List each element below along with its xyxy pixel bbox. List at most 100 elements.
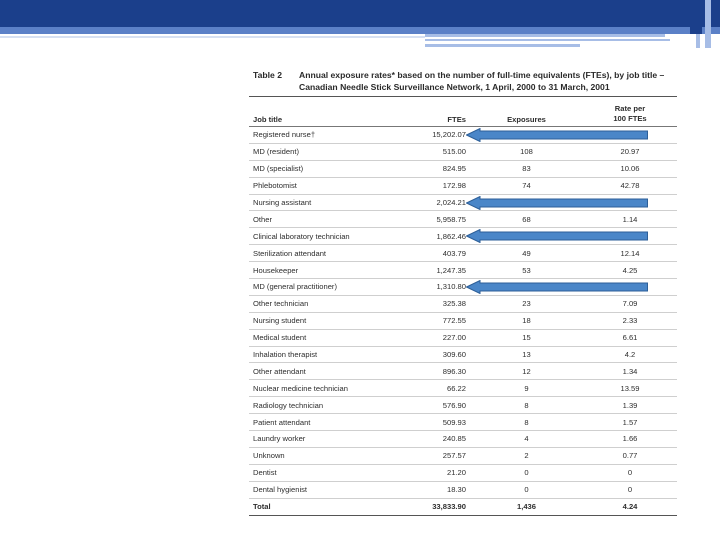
slide-header-bar <box>0 0 720 27</box>
exposures-cell: 15 <box>470 329 583 347</box>
rate-cell: 10.06 <box>583 160 677 178</box>
job-title-cell: Nursing assistant <box>249 194 407 212</box>
rate-cell: 20.97 <box>583 143 677 161</box>
exposures-cell: 68 <box>470 210 583 229</box>
arrow-shape <box>466 229 648 244</box>
table-body: Registered nurse† 15,202.07 MD (resident) 5… <box>249 126 677 499</box>
ftes-cell: 515.00 <box>407 143 470 161</box>
job-title-cell: Other technician <box>249 295 407 313</box>
table-row: Laundry worker 240.85 4 1.66 <box>249 430 677 448</box>
ftes-cell: 2,024.21 <box>407 194 470 212</box>
total-exposures: 1,436 <box>470 497 583 516</box>
job-title-cell: Medical student <box>249 329 407 347</box>
ftes-cell: 576.90 <box>407 396 470 415</box>
ftes-cell: 309.60 <box>407 346 470 364</box>
rate-cell: 42.78 <box>583 177 677 195</box>
table-row: Medical student 227.00 15 6.61 <box>249 329 677 347</box>
rate-cell: 4.25 <box>583 261 677 280</box>
header-stripe-2 <box>425 39 670 41</box>
header-stripe-3 <box>425 44 580 47</box>
rate-cell: 13.59 <box>583 379 677 398</box>
table-row: Inhalation therapist 309.60 13 4.2 <box>249 346 677 364</box>
total-rate: 4.24 <box>583 497 677 516</box>
table-row: MD (specialist) 824.95 83 10.06 <box>249 160 677 178</box>
table-number: Table 2 <box>253 70 282 80</box>
table-row: Dentist 21.20 0 0 <box>249 464 677 482</box>
exposures-cell: 13 <box>470 346 583 364</box>
exposures-cell: 23 <box>470 295 583 313</box>
left-arrow-md-general-practitioner <box>466 279 648 294</box>
rate-cell: 0 <box>583 464 677 482</box>
header-stripe-1 <box>425 34 665 37</box>
left-arrow-clinical-laboratory-technician <box>466 229 648 244</box>
ftes-cell: 509.93 <box>407 413 470 432</box>
rate-cell: 1.34 <box>583 362 677 381</box>
rate-cell: 1.39 <box>583 396 677 415</box>
rate-cell: 12.14 <box>583 244 677 263</box>
job-title-cell: Nursing student <box>249 312 407 330</box>
table-row: MD (resident) 515.00 108 20.97 <box>249 143 677 161</box>
job-title-cell: Radiology technician <box>249 396 407 415</box>
table-title: Annual exposure rates* based on the numb… <box>299 70 665 92</box>
exposures-cell: 53 <box>470 261 583 280</box>
header-stripe-left <box>0 36 425 38</box>
left-arrow-nursing-assistant <box>466 195 648 210</box>
job-title-cell: Inhalation therapist <box>249 346 407 364</box>
exposures-cell: 4 <box>470 430 583 448</box>
table-row: Nuclear medicine technician 66.22 9 13.59 <box>249 379 677 398</box>
ftes-cell: 5,958.75 <box>407 210 470 229</box>
ftes-cell: 257.57 <box>407 447 470 465</box>
table-row: Other technician 325.38 23 7.09 <box>249 295 677 313</box>
rate-cell: 2.33 <box>583 312 677 330</box>
job-title-cell: Phlebotomist <box>249 177 407 195</box>
ftes-cell: 1,247.35 <box>407 261 470 280</box>
job-title-cell: MD (specialist) <box>249 160 407 178</box>
table-row: Dental hygienist 18.30 0 0 <box>249 481 677 499</box>
ftes-cell: 15,202.07 <box>407 126 470 144</box>
exposures-cell: 83 <box>470 160 583 178</box>
header-rate-line1: Rate per <box>614 104 646 113</box>
rate-cell: 1.14 <box>583 210 677 229</box>
table-row: Patient attendant 509.93 8 1.57 <box>249 413 677 432</box>
header-stripe-right-2 <box>696 34 700 48</box>
header-block-right <box>690 0 702 34</box>
ftes-cell: 1,310.80 <box>407 278 470 296</box>
rate-cell: 4.2 <box>583 346 677 364</box>
table-row: Radiology technician 576.90 8 1.39 <box>249 396 677 415</box>
exposures-cell: 0 <box>470 481 583 499</box>
exposures-cell: 0 <box>470 464 583 482</box>
exposures-cell: 9 <box>470 379 583 398</box>
table-row: Nursing student 772.55 18 2.33 <box>249 312 677 330</box>
header-rate-line2: 100 FTEs <box>613 114 647 123</box>
exposures-cell: 8 <box>470 396 583 415</box>
rate-cell: 0 <box>583 481 677 499</box>
exposures-cell: 108 <box>470 143 583 161</box>
arrow-shape <box>466 279 648 294</box>
header-exposures: Exposures <box>470 96 583 127</box>
exposures-cell: 18 <box>470 312 583 330</box>
header-job-title: Job title <box>249 96 407 127</box>
table-row: Unknown 257.57 2 0.77 <box>249 447 677 465</box>
rate-cell: 1.66 <box>583 430 677 448</box>
ftes-cell: 18.30 <box>407 481 470 499</box>
header-rate: Rate per 100 FTEs <box>583 96 677 127</box>
exposures-cell: 2 <box>470 447 583 465</box>
ftes-cell: 772.55 <box>407 312 470 330</box>
ftes-cell: 227.00 <box>407 329 470 347</box>
job-title-cell: Laundry worker <box>249 430 407 448</box>
job-title-cell: Sterilization attendant <box>249 244 407 263</box>
ftes-cell: 1,862.46 <box>407 227 470 246</box>
job-title-cell: MD (resident) <box>249 143 407 161</box>
table-total-row: Total 33,833.90 1,436 4.24 <box>249 497 677 516</box>
ftes-cell: 172.98 <box>407 177 470 195</box>
rate-cell: 0.77 <box>583 447 677 465</box>
ftes-cell: 824.95 <box>407 160 470 178</box>
ftes-cell: 240.85 <box>407 430 470 448</box>
rate-cell: 1.57 <box>583 413 677 432</box>
ftes-cell: 403.79 <box>407 244 470 263</box>
table-row: Other 5,958.75 68 1.14 <box>249 210 677 229</box>
table-row: Other attendant 896.30 12 1.34 <box>249 362 677 381</box>
exposures-cell: 8 <box>470 413 583 432</box>
exposure-rates-table: Job title FTEs Exposures Rate per 100 FTE… <box>249 96 677 516</box>
table-row: Housekeeper 1,247.35 53 4.25 <box>249 261 677 280</box>
